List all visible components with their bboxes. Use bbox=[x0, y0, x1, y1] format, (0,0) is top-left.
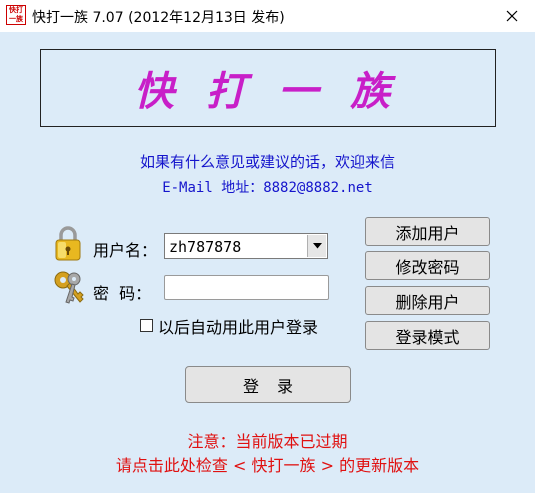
close-icon bbox=[506, 10, 518, 22]
login-button[interactable]: 登录 bbox=[185, 366, 351, 403]
window-title: 快打一族 7.07 (2012年12月13日 发布) bbox=[32, 10, 285, 26]
app-banner: 快打一族 bbox=[40, 49, 496, 127]
close-button[interactable] bbox=[489, 0, 535, 32]
username-value: zh787878 bbox=[169, 238, 242, 256]
dropdown-arrow-button[interactable] bbox=[307, 235, 326, 257]
dialog-client-area: 快打一族 如果有什么意见或建议的话，欢迎来信 E-Mail 地址：8882@88… bbox=[0, 32, 535, 493]
login-mode-button[interactable]: 登录模式 bbox=[365, 321, 490, 350]
add-user-button[interactable]: 添加用户 bbox=[365, 217, 490, 246]
check-update-link[interactable]: 请点击此处检查 < 快打一族 > 的更新版本 bbox=[0, 452, 535, 476]
app-icon: 快打一族 bbox=[6, 5, 26, 25]
key-icon bbox=[54, 271, 84, 304]
password-input[interactable] bbox=[164, 275, 329, 300]
chevron-down-icon bbox=[312, 243, 322, 249]
change-password-button[interactable]: 修改密码 bbox=[365, 251, 490, 280]
delete-user-button[interactable]: 删除用户 bbox=[365, 286, 490, 315]
contact-email: E-Mail 地址：8882@8882.net bbox=[162, 180, 373, 196]
banner-title: 快打一族 bbox=[134, 68, 422, 115]
lock-icon bbox=[55, 226, 81, 261]
title-bar: 快打一族 快打一族 7.07 (2012年12月13日 发布) bbox=[0, 0, 535, 32]
auto-login-label[interactable]: 以后自动用此用户登录 bbox=[158, 314, 318, 338]
username-label: 用户名： bbox=[93, 241, 158, 260]
auto-login-checkbox[interactable] bbox=[140, 319, 153, 332]
password-label: 密 码： bbox=[93, 284, 152, 303]
feedback-message: 如果有什么意见或建议的话，欢迎来信 bbox=[139, 153, 395, 171]
username-combobox[interactable]: zh787878 bbox=[164, 233, 328, 259]
expired-notice: 注意：当前版本已过期 bbox=[187, 432, 348, 451]
